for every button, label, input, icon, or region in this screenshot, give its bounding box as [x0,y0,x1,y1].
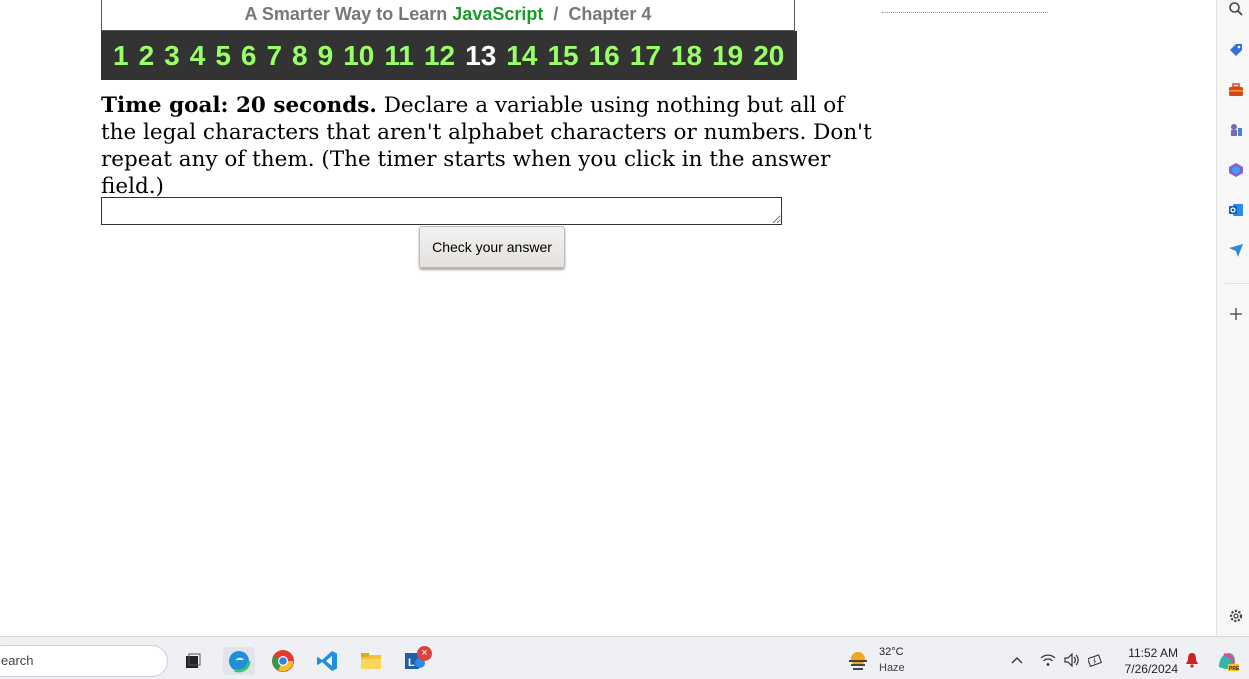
task-view-icon[interactable] [179,647,207,675]
copilot-icon[interactable]: PRE [1214,647,1240,675]
header-prefix: A Smarter Way to Learn [244,4,448,24]
clock-date[interactable]: 7/26/2024 [1120,662,1178,676]
exercise-link-15[interactable]: 15 [547,40,578,72]
exercise-link-2[interactable]: 2 [139,40,155,72]
exercise-link-8[interactable]: 8 [292,40,308,72]
check-answer-button[interactable]: Check your answer [419,226,565,268]
question-text: Time goal: 20 seconds. Declare a variabl… [101,92,881,200]
exercise-link-3[interactable]: 3 [164,40,180,72]
battery-charging-icon[interactable] [1088,652,1104,668]
header-brand[interactable]: JavaScript [452,4,543,24]
games-chess-icon[interactable] [1227,121,1245,139]
exercise-link-20[interactable]: 20 [753,40,784,72]
exercise-link-18[interactable]: 18 [671,40,702,72]
exercise-link-19[interactable]: 19 [712,40,743,72]
exercise-link-7[interactable]: 7 [266,40,282,72]
exercise-link-6[interactable]: 6 [241,40,257,72]
time-goal: Time goal: 20 seconds. [101,93,377,118]
exercise-nav-bar: 1 2 3 4 5 6 7 8 9 10 11 12 13 14 15 16 17 18 19 20 [101,31,797,80]
weather-condition[interactable]: Haze [879,662,905,674]
exercise-link-13[interactable]: 13 [465,40,496,72]
edge-browser-icon[interactable] [223,647,255,675]
file-explorer-icon[interactable] [357,647,385,675]
send-icon[interactable] [1227,241,1245,259]
svg-text:L: L [408,657,415,669]
error-badge-icon: × [417,646,432,661]
sidebar-divider [1225,283,1249,284]
taskbar-search-input[interactable]: earch [0,645,168,677]
exercise-link-16[interactable]: 16 [589,40,620,72]
weather-temperature[interactable]: 32°C [879,646,904,658]
exercise-link-12[interactable]: 12 [424,40,455,72]
vscode-icon[interactable] [313,647,341,675]
answer-field[interactable] [101,197,782,225]
book-header: A Smarter Way to Learn JavaScript / Chap… [101,0,795,31]
browser-sidebar [1216,0,1249,636]
dotted-divider [882,12,1048,14]
exercise-link-11[interactable]: 11 [384,40,414,72]
header-chapter[interactable]: Chapter 4 [568,4,651,24]
exercise-link-14[interactable]: 14 [506,40,537,72]
chrome-icon[interactable] [269,647,297,675]
chevron-up-icon[interactable] [1009,652,1025,668]
add-icon[interactable] [1227,305,1245,323]
exercise-link-5[interactable]: 5 [215,40,231,72]
weather-haze-icon[interactable] [846,649,870,673]
exercise-link-17[interactable]: 17 [630,40,661,72]
exercise-link-9[interactable]: 9 [318,40,334,72]
tools-briefcase-icon[interactable] [1227,81,1245,99]
outlook-icon[interactable] [1227,201,1245,219]
microsoft365-icon[interactable] [1227,161,1245,179]
search-icon[interactable] [1227,0,1245,18]
volume-icon[interactable] [1064,652,1080,668]
exercise-link-10[interactable]: 10 [343,40,374,72]
gear-icon[interactable] [1227,607,1245,625]
wifi-icon[interactable] [1040,652,1056,668]
notification-bell-icon[interactable] [1184,652,1200,668]
exercise-link-1[interactable]: 1 [113,40,129,72]
shopping-tag-icon[interactable] [1227,41,1245,59]
header-separator: / [553,4,559,24]
svg-text:PRE: PRE [1229,666,1239,672]
exercise-link-4[interactable]: 4 [190,40,206,72]
clock-time[interactable]: 11:52 AM [1120,646,1178,660]
